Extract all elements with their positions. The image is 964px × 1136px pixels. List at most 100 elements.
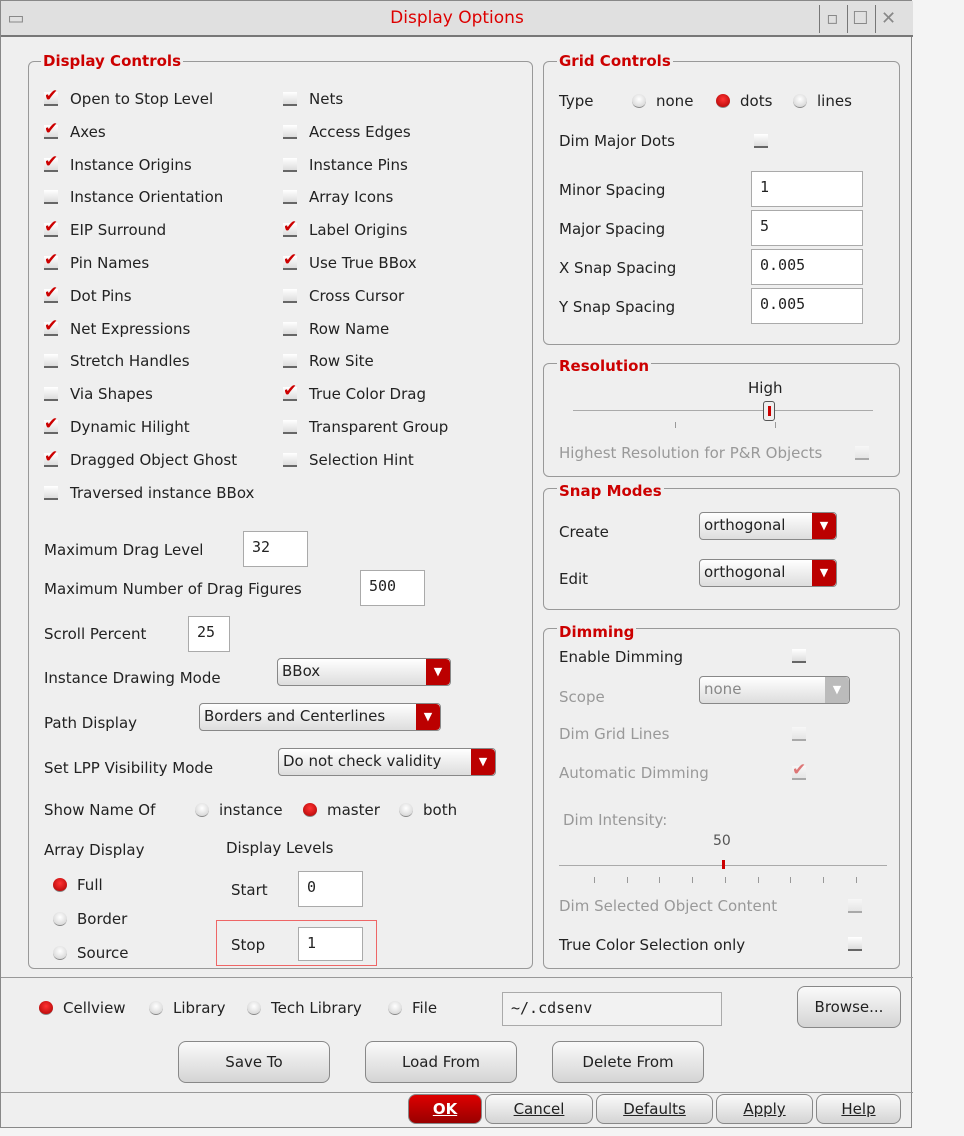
stop-label: Stop: [231, 936, 266, 954]
max-drag-figures-input[interactable]: 500: [360, 570, 425, 606]
cross-cursor-checkbox[interactable]: [283, 288, 297, 303]
stretch-handles-label: Stretch Handles: [70, 352, 190, 371]
true-color-selection-checkbox[interactable]: [848, 937, 862, 951]
highest-pr-checkbox[interactable]: [855, 446, 869, 460]
major-spacing-input[interactable]: 5: [751, 210, 863, 246]
nets-checkbox[interactable]: [283, 92, 297, 106]
label-origins-checkbox[interactable]: [283, 217, 297, 238]
show-name-master-radio[interactable]: [303, 803, 317, 817]
selected-value: Do not check validity: [283, 752, 442, 770]
y-snap-spacing-input[interactable]: 0.005: [751, 288, 863, 324]
grid-type-lines-radio[interactable]: [793, 94, 807, 108]
row-name-checkbox[interactable]: [283, 321, 297, 336]
close-icon[interactable]: ✕: [875, 5, 901, 33]
browse-button[interactable]: Browse...: [797, 986, 901, 1028]
max-drag-level-input[interactable]: 32: [243, 531, 308, 567]
resolution-slider-track[interactable]: [573, 410, 873, 411]
instance-drawing-mode-select[interactable]: BBox ▼: [277, 658, 451, 686]
x-snap-spacing-input[interactable]: 0.005: [751, 249, 863, 285]
selection-hint-checkbox[interactable]: [283, 452, 297, 467]
chevron-down-icon: ▼: [426, 659, 450, 685]
defaults-button[interactable]: Defaults: [596, 1094, 713, 1124]
path-display-select[interactable]: Borders and Centerlines ▼: [199, 703, 441, 731]
resolution-slider-thumb[interactable]: [763, 401, 775, 421]
array-display-source-radio[interactable]: [53, 946, 67, 960]
use-true-bbox-checkbox[interactable]: [283, 250, 297, 270]
edit-snap-select[interactable]: orthogonal ▼: [699, 559, 837, 587]
apply-button[interactable]: Apply: [716, 1094, 813, 1124]
row-site-checkbox[interactable]: [283, 354, 297, 369]
ok-button[interactable]: OK: [408, 1094, 482, 1124]
dragged-object-ghost-checkbox[interactable]: [44, 447, 58, 467]
instance-orientation-label: Instance Orientation: [70, 188, 224, 207]
grid-type-none-radio[interactable]: [632, 94, 646, 108]
enable-dimming-label: Enable Dimming: [559, 648, 683, 666]
source-cellview-radio[interactable]: [39, 1001, 53, 1015]
create-snap-select[interactable]: orthogonal ▼: [699, 512, 837, 540]
snap-modes-title: Snap Modes: [557, 482, 664, 500]
open-to-stop-level-checkbox[interactable]: [44, 86, 58, 106]
dot-pins-checkbox[interactable]: [44, 283, 58, 303]
instance-origins-checkbox[interactable]: [44, 152, 58, 172]
minimize-icon[interactable]: ▫: [819, 5, 845, 33]
scroll-percent-input[interactable]: 25: [188, 616, 230, 652]
dim-grid-lines-checkbox[interactable]: [792, 727, 806, 741]
dim-major-dots-checkbox[interactable]: [754, 134, 768, 148]
dim-grid-lines-label: Dim Grid Lines: [559, 725, 670, 743]
show-name-both-radio[interactable]: [399, 803, 413, 817]
use-true-bbox-label: Use True BBox: [309, 254, 417, 272]
source-file-radio[interactable]: [388, 1001, 402, 1015]
source-cellview-label: Cellview: [63, 999, 126, 1017]
array-display-border-radio[interactable]: [53, 912, 67, 926]
stretch-handles-checkbox[interactable]: [44, 354, 58, 369]
pin-names-checkbox[interactable]: [44, 250, 58, 270]
show-name-instance-radio[interactable]: [195, 803, 209, 817]
save-to-button[interactable]: Save To: [178, 1041, 330, 1083]
selected-value: BBox: [282, 662, 321, 680]
snap-modes-group: [543, 488, 900, 610]
transparent-group-checkbox[interactable]: [283, 420, 297, 434]
net-expressions-label: Net Expressions: [70, 319, 191, 338]
dynamic-hilight-checkbox[interactable]: [44, 414, 58, 434]
delete-from-button[interactable]: Delete From: [552, 1041, 704, 1083]
eip-surround-checkbox[interactable]: [44, 217, 58, 238]
access-edges-checkbox[interactable]: [283, 124, 297, 139]
dim-major-dots-label: Dim Major Dots: [559, 132, 675, 150]
automatic-dimming-checkbox[interactable]: [792, 760, 806, 780]
array-display-source-label: Source: [77, 944, 129, 962]
array-display-full-radio[interactable]: [53, 878, 67, 892]
max-drag-level-label: Maximum Drag Level: [44, 541, 204, 559]
cancel-button[interactable]: Cancel: [485, 1094, 593, 1124]
window-title: Display Options: [390, 8, 524, 28]
axes-checkbox[interactable]: [44, 119, 58, 139]
create-label: Create: [559, 523, 609, 541]
source-library-radio[interactable]: [149, 1001, 163, 1015]
title-bar[interactable]: ▭ Display Options ▫ ☐ ✕: [1, 1, 913, 37]
grid-type-dots-radio[interactable]: [716, 94, 730, 108]
dim-selected-content-checkbox[interactable]: [848, 899, 862, 913]
via-shapes-checkbox[interactable]: [44, 387, 58, 402]
stop-level-input[interactable]: 1: [298, 927, 363, 961]
array-icons-checkbox[interactable]: [283, 190, 297, 205]
row-name-label: Row Name: [309, 319, 390, 338]
env-path-input[interactable]: ~/.cdsenv: [502, 992, 722, 1026]
help-button[interactable]: Help: [816, 1094, 901, 1124]
net-expressions-checkbox[interactable]: [44, 316, 58, 336]
tick: [659, 877, 661, 883]
source-tech-library-radio[interactable]: [247, 1001, 261, 1015]
instance-orientation-checkbox[interactable]: [44, 190, 58, 205]
scope-select[interactable]: none ▼: [699, 676, 850, 704]
traversed-instance-bbox-checkbox[interactable]: [44, 485, 58, 500]
true-color-drag-checkbox[interactable]: [283, 381, 297, 402]
instance-pins-checkbox[interactable]: [283, 157, 297, 172]
maximize-icon[interactable]: ☐: [847, 5, 873, 33]
traversed-instance-bbox-label: Traversed instance BBox: [70, 483, 255, 502]
dim-intensity-slider-thumb[interactable]: [722, 860, 725, 869]
enable-dimming-checkbox[interactable]: [792, 649, 806, 663]
selected-value: orthogonal: [704, 516, 786, 534]
minor-spacing-input[interactable]: 1: [751, 171, 863, 207]
load-from-button[interactable]: Load From: [365, 1041, 517, 1083]
pin-names-label: Pin Names: [70, 254, 150, 272]
start-level-input[interactable]: 0: [298, 871, 363, 907]
lpp-visibility-select[interactable]: Do not check validity ▼: [278, 748, 496, 776]
